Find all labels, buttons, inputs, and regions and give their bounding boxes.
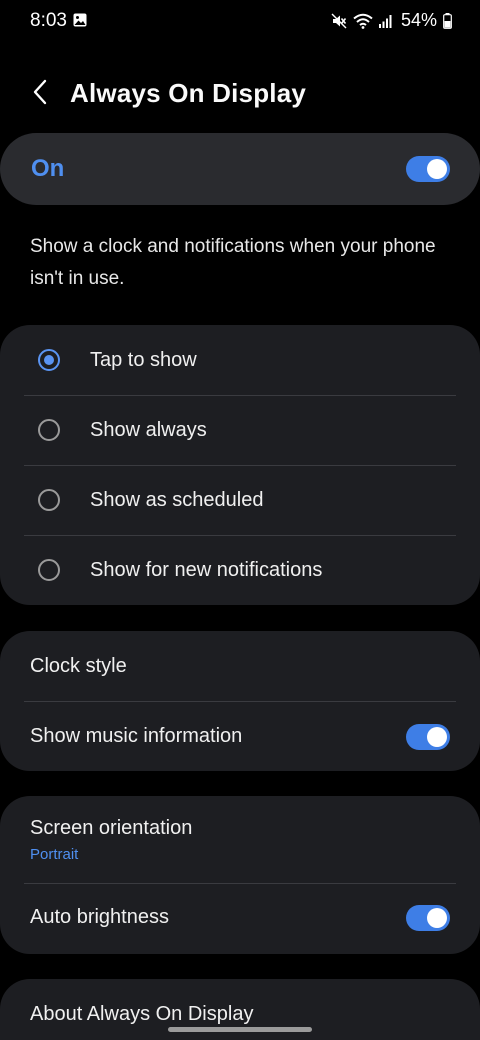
battery-percentage: 54% bbox=[400, 10, 437, 30]
toggle-knob bbox=[427, 727, 447, 747]
radio-button[interactable] bbox=[38, 559, 60, 581]
screen: 8:03 54% Always On Display On Show a clo… bbox=[0, 0, 480, 1040]
radio-button[interactable] bbox=[38, 419, 60, 441]
wifi-icon bbox=[353, 13, 373, 29]
display-settings-card: Screen orientation Portrait Auto brightn… bbox=[0, 796, 480, 954]
option-label: Show always bbox=[90, 419, 207, 441]
clock-style-row[interactable]: Clock style bbox=[0, 631, 480, 701]
signal-icon bbox=[378, 14, 393, 28]
toggle-knob bbox=[427, 908, 447, 928]
master-toggle[interactable] bbox=[406, 156, 450, 182]
clock-style-label: Clock style bbox=[30, 655, 127, 677]
gallery-icon bbox=[73, 13, 87, 27]
screen-orientation-label: Screen orientation bbox=[30, 817, 193, 839]
option-label: Tap to show bbox=[90, 349, 197, 371]
screen-orientation-value: Portrait bbox=[30, 846, 79, 863]
master-switch-row[interactable]: On bbox=[0, 133, 480, 205]
auto-brightness-toggle[interactable] bbox=[406, 905, 450, 931]
back-button[interactable] bbox=[22, 76, 58, 112]
status-icons: 54% bbox=[331, 10, 452, 31]
auto-brightness-row[interactable]: Auto brightness bbox=[0, 884, 480, 954]
auto-brightness-label: Auto brightness bbox=[30, 906, 169, 928]
option-label: Show for new notifications bbox=[90, 559, 323, 581]
master-switch-label: On bbox=[31, 155, 65, 182]
style-settings-card: Clock style Show music information bbox=[0, 631, 480, 771]
radio-button[interactable] bbox=[38, 489, 60, 511]
option-show-for-new-notifications[interactable]: Show for new notifications bbox=[0, 536, 480, 605]
option-tap-to-show[interactable]: Tap to show bbox=[0, 325, 480, 395]
option-show-always[interactable]: Show always bbox=[0, 396, 480, 466]
app-header: Always On Display bbox=[0, 66, 480, 122]
music-info-row[interactable]: Show music information bbox=[0, 702, 480, 771]
option-label: Show as scheduled bbox=[90, 489, 264, 511]
option-show-as-scheduled[interactable]: Show as scheduled bbox=[0, 466, 480, 536]
toggle-knob bbox=[427, 159, 447, 179]
page-title: Always On Display bbox=[70, 78, 307, 108]
home-indicator[interactable] bbox=[168, 1027, 312, 1032]
chevron-left-icon bbox=[32, 79, 48, 110]
battery-icon bbox=[443, 12, 452, 29]
music-info-toggle[interactable] bbox=[406, 724, 450, 750]
status-time: 8:03 bbox=[30, 10, 67, 31]
feature-description: Show a clock and notifications when your… bbox=[30, 236, 436, 289]
radio-button-selected[interactable] bbox=[38, 349, 60, 371]
music-info-label: Show music information bbox=[30, 725, 243, 747]
mute-icon bbox=[331, 13, 347, 29]
screen-orientation-row[interactable]: Screen orientation Portrait bbox=[0, 796, 480, 883]
status-bar: 8:03 54% bbox=[0, 0, 480, 42]
about-label: About Always On Display bbox=[30, 1003, 254, 1025]
display-mode-card: Tap to show Show always Show as schedule… bbox=[0, 325, 480, 605]
